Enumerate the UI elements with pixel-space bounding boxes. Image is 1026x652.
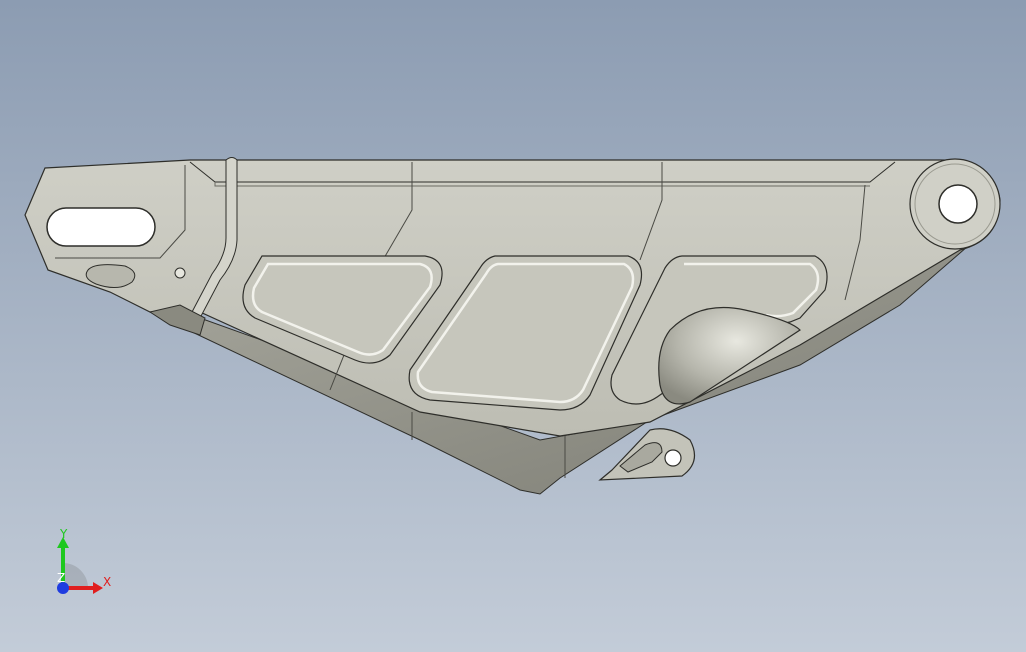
graphics-viewport[interactable]: Y X Z	[0, 0, 1026, 652]
cad-model-swingarm-bracket[interactable]	[0, 0, 1026, 652]
slot-hole[interactable]	[46, 207, 156, 247]
z-axis-label: Z	[57, 571, 65, 585]
x-axis-head	[93, 582, 103, 594]
y-axis-label: Y	[59, 528, 68, 541]
pivot-hole[interactable]	[938, 184, 978, 224]
x-axis-label: X	[103, 575, 111, 589]
small-pin-hole[interactable]	[174, 267, 186, 279]
tab-hole[interactable]	[664, 449, 682, 467]
coordinate-triad[interactable]: Y X Z	[40, 528, 130, 608]
